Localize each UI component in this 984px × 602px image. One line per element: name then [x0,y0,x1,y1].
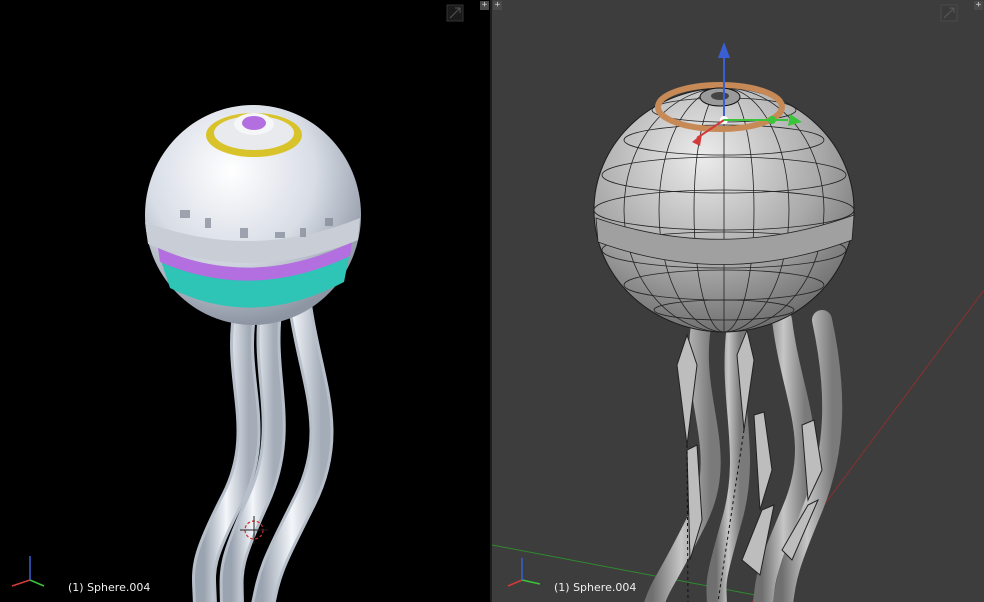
sphere-model [145,105,361,325]
fullscreen-toggle-icon[interactable] [940,4,958,22]
object-info-label: (1) Sphere.004 [554,581,637,594]
viewport-corner-plus-icon-right[interactable]: + [974,1,983,10]
fullscreen-toggle-icon[interactable] [446,4,464,22]
viewport-rendered[interactable]: + (1) Sphere.004 [0,0,490,602]
solid-scene [492,42,984,602]
viewport-corner-plus-icon[interactable]: + [480,1,489,10]
object-info-label: (1) Sphere.004 [68,581,151,594]
axis-gizmo-icon [507,558,541,587]
tentacles [192,293,334,602]
axis-gizmo-icon [11,556,45,587]
viewport-solid[interactable]: + + (1) Sphere.004 [492,0,984,602]
rendered-scene [11,105,361,602]
viewport-corner-plus-icon[interactable]: + [493,1,502,10]
